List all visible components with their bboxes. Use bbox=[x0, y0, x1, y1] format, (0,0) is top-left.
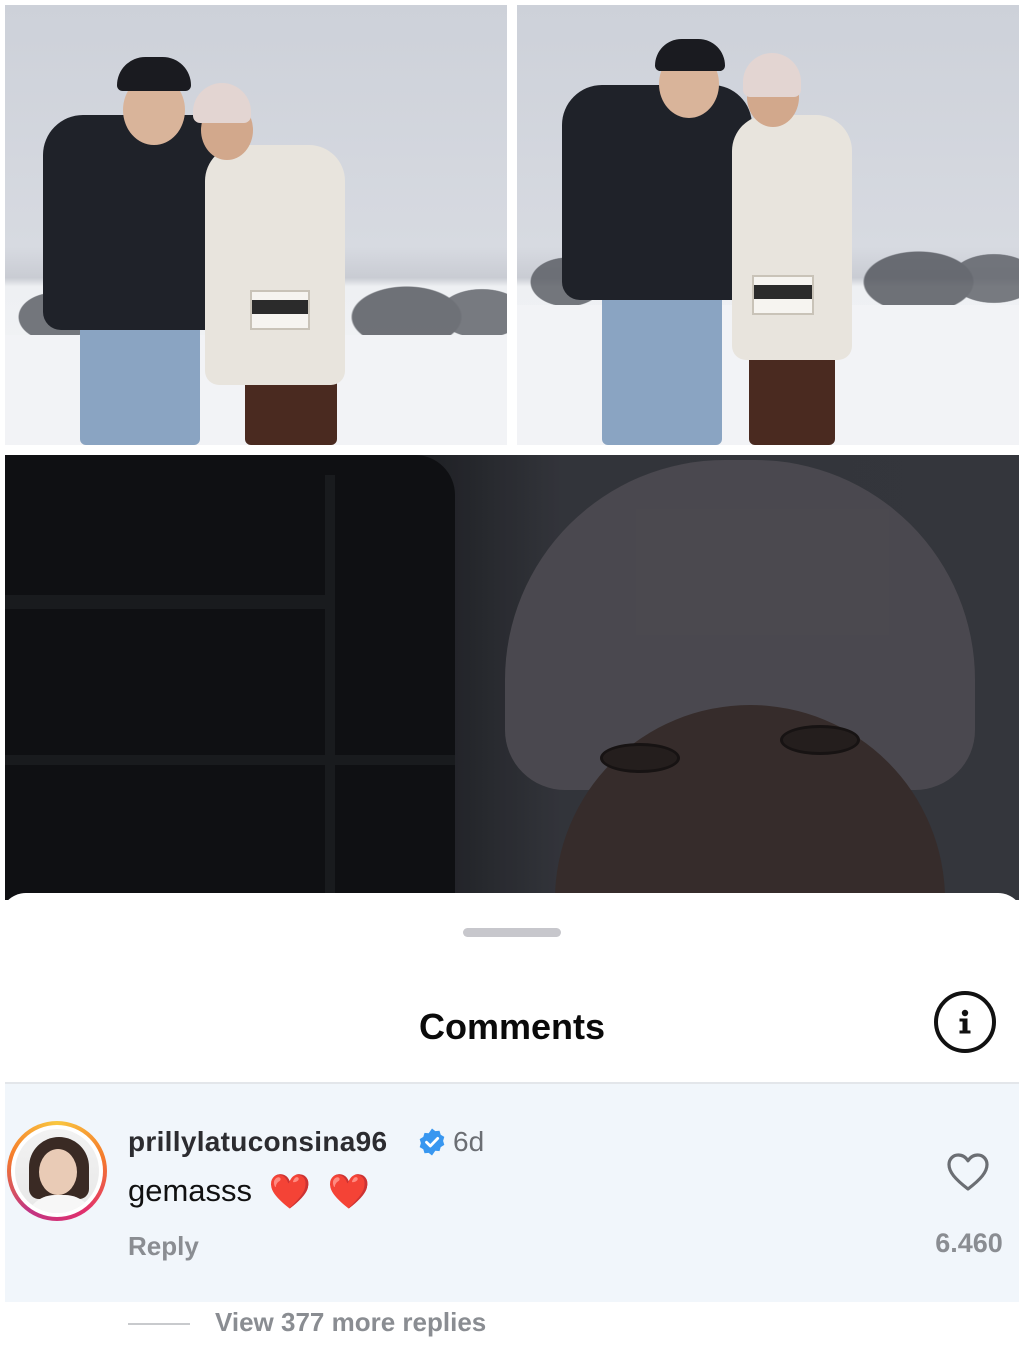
info-button[interactable] bbox=[934, 991, 996, 1053]
comment-row: prillylatuconsina96 6d gemasss ❤️ ❤️ Rep… bbox=[5, 1084, 1019, 1302]
comment-username[interactable]: prillylatuconsina96 bbox=[128, 1126, 387, 1158]
comment-body: gemasss bbox=[128, 1173, 253, 1208]
heart-outline-icon[interactable] bbox=[945, 1151, 991, 1193]
post-photo-2[interactable] bbox=[517, 5, 1019, 445]
post-photo-3[interactable] bbox=[5, 455, 1019, 900]
info-circle-icon bbox=[959, 1009, 971, 1034]
story-ring[interactable] bbox=[7, 1121, 107, 1221]
verified-badge-icon bbox=[419, 1128, 445, 1156]
comment-text: gemasss ❤️ ❤️ bbox=[128, 1172, 370, 1212]
post-photo-1[interactable] bbox=[5, 5, 507, 445]
replies-divider-line bbox=[128, 1323, 190, 1325]
red-heart-emoji: ❤️ bbox=[327, 1173, 370, 1211]
view-more-replies-button[interactable]: View 377 more replies bbox=[215, 1307, 486, 1338]
comment-timestamp: 6d bbox=[453, 1126, 485, 1157]
avatar bbox=[15, 1129, 99, 1213]
red-heart-emoji: ❤️ bbox=[268, 1173, 312, 1211]
reply-button[interactable]: Reply bbox=[128, 1231, 199, 1262]
comments-sheet: Comments prillylatuconsina96 6d gemasss … bbox=[0, 893, 1024, 1366]
dim-overlay bbox=[5, 455, 1019, 900]
sheet-title: Comments bbox=[418, 1006, 606, 1047]
like-count: 6.460 bbox=[935, 1228, 1003, 1258]
sheet-grab-handle[interactable] bbox=[463, 928, 561, 937]
